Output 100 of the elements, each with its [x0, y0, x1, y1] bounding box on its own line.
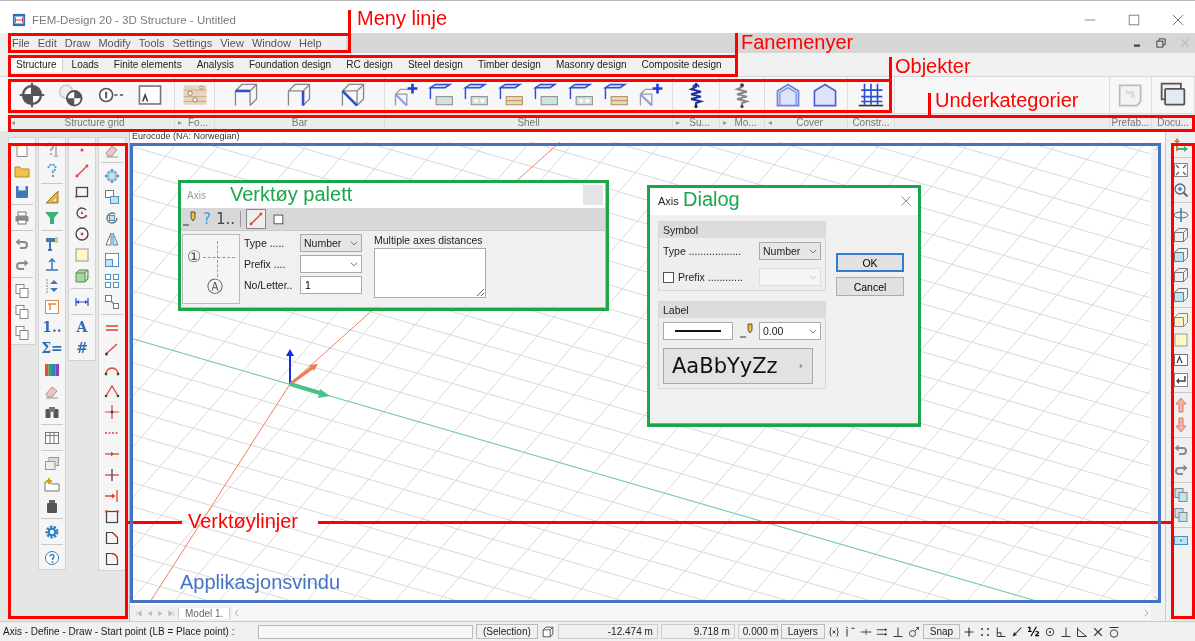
zoom-extents-icon[interactable] [1172, 162, 1189, 178]
frame-icon[interactable] [340, 82, 367, 108]
menu-item[interactable]: Tools [134, 37, 169, 49]
split-line-icon[interactable] [104, 466, 120, 483]
dialog-button[interactable]: OK [836, 253, 904, 272]
printer-icon[interactable] [14, 209, 30, 226]
grid-icon[interactable] [858, 82, 884, 108]
dots-icon[interactable] [979, 625, 992, 638]
command-field[interactable] [258, 624, 473, 639]
help-icon[interactable] [44, 549, 60, 566]
tab[interactable]: Steel design [401, 57, 469, 72]
midpoint-snap-button[interactable]: ½ [1027, 624, 1040, 639]
caret-icon[interactable] [349, 259, 359, 269]
square-icon[interactable] [1172, 332, 1189, 348]
wall-slab-icon[interactable] [428, 82, 455, 108]
prefix-dropdown[interactable] [300, 255, 362, 273]
pen-dropdown[interactable]: 0.00 [759, 322, 821, 340]
circle-bar-icon[interactable] [1107, 625, 1120, 638]
menu-item[interactable]: Window [247, 37, 295, 49]
axis-symbol-button[interactable]: ① Ⓐ [182, 234, 240, 304]
spacing-icon[interactable] [44, 277, 60, 294]
undo-icon[interactable] [1172, 442, 1189, 458]
number-field[interactable]: 1 [300, 276, 362, 294]
copy-icon[interactable] [14, 303, 30, 320]
tab[interactable]: Composite design [635, 57, 728, 72]
arc-icon[interactable] [74, 204, 90, 221]
foundation-icon[interactable] [181, 82, 208, 108]
pen-icon[interactable] [182, 211, 198, 227]
pages-icon[interactable] [1159, 81, 1187, 109]
selection-button[interactable]: (Selection) [476, 624, 538, 639]
toolbar-button[interactable]: 1.. [42, 317, 62, 338]
frame-plus-icon[interactable] [393, 82, 420, 108]
table-icon[interactable] [44, 429, 60, 446]
rectangle-icon[interactable] [104, 508, 120, 525]
layers-button[interactable]: Layers [780, 624, 825, 639]
tab[interactable]: Loads [65, 57, 105, 72]
plus-icon[interactable] [963, 625, 976, 638]
scale-icon[interactable] [104, 251, 120, 268]
fillet-icon[interactable] [104, 550, 120, 567]
caret-icon[interactable] [349, 238, 359, 248]
square-icon[interactable] [271, 212, 286, 226]
line-style-button[interactable] [663, 322, 733, 340]
mirror-icon[interactable] [104, 230, 120, 247]
menu-item[interactable]: Edit [33, 37, 61, 49]
target-icon[interactable] [18, 82, 45, 108]
cube-icon[interactable] [1172, 287, 1189, 303]
font-button[interactable]: AaBbYyZz [663, 348, 813, 384]
masonry-slab-icon[interactable] [602, 82, 629, 108]
roof-icon[interactable] [811, 82, 838, 108]
wireframe-cube-icon[interactable] [1172, 267, 1189, 283]
down-arrow-icon[interactable] [1172, 417, 1189, 433]
menu-item[interactable]: Settings [168, 37, 217, 49]
height-dimension-icon[interactable] [44, 256, 60, 273]
rotate-icon[interactable] [104, 209, 120, 226]
move-icon[interactable] [104, 167, 120, 184]
roof-icon[interactable] [774, 82, 801, 108]
caret-icon[interactable] [808, 246, 818, 256]
distances-field[interactable] [374, 248, 486, 298]
tab[interactable]: Timber design [471, 57, 547, 72]
cube-icon[interactable] [1172, 312, 1189, 328]
corner-frame-icon[interactable] [44, 298, 60, 315]
close-icon[interactable] [1091, 625, 1104, 638]
snap-button[interactable]: Snap [922, 624, 961, 639]
restore-icon[interactable] [1155, 37, 1167, 49]
close-button[interactable] [900, 195, 912, 207]
circle-icon[interactable] [74, 225, 90, 242]
tab[interactable]: Masonry design [549, 57, 633, 72]
frame-plus-icon[interactable] [637, 82, 664, 108]
wall-slab-icon[interactable] [532, 82, 559, 108]
filter-icon[interactable] [44, 209, 60, 226]
tab[interactable]: RC design [340, 57, 399, 72]
toolbar-button[interactable]: A [76, 317, 88, 338]
copy-move-icon[interactable] [104, 188, 120, 205]
frame-icon[interactable] [232, 82, 259, 108]
copy-icon[interactable] [1172, 507, 1189, 523]
tab[interactable]: Analysis [190, 57, 240, 72]
cross-point-icon[interactable] [104, 403, 120, 420]
model-tab[interactable]: Model 1. [178, 607, 231, 619]
stacked-sheets-icon[interactable] [44, 455, 60, 472]
type-dropdown[interactable]: Number [759, 242, 821, 260]
arrows-icon[interactable] [1172, 137, 1189, 153]
copy-icon[interactable] [1172, 487, 1189, 503]
array-icon[interactable] [104, 272, 120, 289]
hollow-slab-icon[interactable] [567, 82, 594, 108]
color-bars-icon[interactable] [44, 361, 60, 378]
circle-arrow-icon[interactable] [907, 625, 920, 638]
masonry-slab-icon[interactable] [498, 82, 525, 108]
perpendicular-icon[interactable] [1059, 625, 1072, 638]
menu-item[interactable]: File [8, 37, 34, 49]
cube-icon[interactable] [540, 624, 555, 639]
tab[interactable]: Foundation design [242, 57, 338, 72]
stretch-icon[interactable] [104, 293, 120, 310]
target-pair-icon[interactable] [58, 82, 85, 108]
paint-roller-icon[interactable] [44, 235, 60, 252]
settings-icon[interactable] [44, 523, 60, 540]
maximize-icon[interactable] [1127, 13, 1141, 27]
menu-item[interactable]: Modify [94, 37, 135, 49]
circle-dot-icon[interactable] [1043, 625, 1056, 638]
toolbar-button[interactable]: Σ= [41, 338, 63, 359]
label-frame-icon[interactable] [1172, 352, 1189, 368]
